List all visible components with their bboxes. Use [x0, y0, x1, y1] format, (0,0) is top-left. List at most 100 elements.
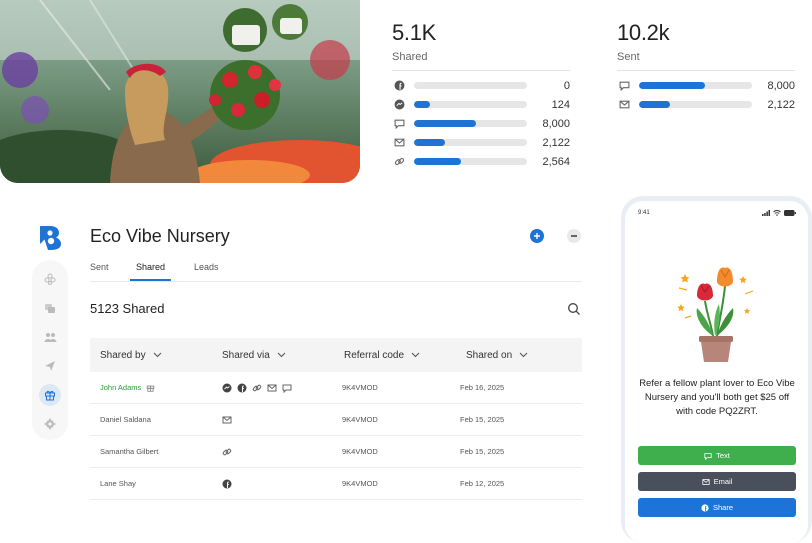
text-button[interactable]: Text	[638, 446, 796, 465]
email-icon	[222, 416, 232, 423]
column-shared-via[interactable]: Shared via	[222, 338, 286, 372]
tab-shared[interactable]: Shared	[130, 262, 171, 281]
stat-count: 2,122	[542, 136, 570, 149]
status-time: 9:41	[638, 210, 650, 216]
tab-bar: Sent Shared Leads	[90, 262, 582, 282]
email-icon	[702, 478, 710, 485]
chat-icon[interactable]	[39, 297, 61, 319]
email-icon	[617, 98, 631, 112]
stat-row: 124	[392, 95, 570, 114]
referral-table: Shared by Shared via Referral code Share…	[90, 338, 582, 500]
tab-leads[interactable]: Leads	[194, 262, 219, 281]
chevron-down-icon	[277, 352, 286, 358]
sms-icon	[617, 79, 631, 93]
progress-track	[639, 82, 752, 89]
progress-track	[414, 139, 527, 146]
column-label: Shared on	[466, 349, 513, 361]
shared-by-cell: Samantha Gilbert	[100, 447, 159, 456]
shared-stats-panel: 5.1K Shared 0 124 8,000 2,122 2,564	[392, 20, 570, 171]
stat-count: 8,000	[542, 117, 570, 130]
stat-row: 8,000	[392, 114, 570, 133]
status-icons	[762, 210, 796, 216]
plus-icon	[534, 233, 540, 239]
progress-fill	[414, 120, 477, 127]
email-button-label: Email	[713, 477, 733, 486]
progress-fill	[414, 101, 430, 108]
column-shared-by[interactable]: Shared by	[100, 338, 162, 372]
add-button[interactable]	[530, 229, 544, 243]
sms-icon	[392, 117, 406, 131]
column-shared-on[interactable]: Shared on	[466, 338, 528, 372]
chevron-down-icon	[519, 352, 528, 358]
stat-row: 2,122	[617, 95, 795, 114]
page-title: Eco Vibe Nursery	[90, 226, 230, 246]
chevron-down-icon	[153, 352, 161, 358]
sms-icon	[704, 452, 712, 460]
sidebar	[32, 260, 68, 440]
search-icon[interactable]	[567, 302, 581, 316]
column-referral-code[interactable]: Referral code	[344, 338, 420, 372]
link-icon	[392, 155, 406, 169]
shared-via-cell	[222, 436, 232, 467]
table-row[interactable]: Samantha Gilbert 9K4VMOD Feb 15, 2025	[90, 436, 582, 468]
row-name: John Adams	[100, 383, 142, 392]
wifi-icon	[773, 210, 781, 216]
facebook-icon	[237, 383, 247, 392]
share-button[interactable]: Share	[638, 498, 796, 517]
stat-row: 8,000	[617, 76, 795, 95]
progress-track	[639, 101, 752, 108]
email-icon	[392, 136, 406, 150]
shared-via-cell	[222, 468, 232, 499]
flower-icon[interactable]	[39, 268, 61, 290]
stat-count: 8,000	[767, 79, 795, 92]
divider	[392, 70, 570, 71]
progress-track	[414, 120, 527, 127]
chevron-down-icon	[411, 352, 420, 358]
app-logo	[36, 222, 64, 250]
send-icon[interactable]	[39, 355, 61, 377]
facebook-icon	[222, 479, 232, 488]
tab-sent[interactable]: Sent	[90, 262, 109, 281]
hero-photo	[0, 0, 360, 183]
referral-code-cell: 9K4VMOD	[342, 415, 378, 424]
sent-stats-panel: 10.2k Sent 8,000 2,122	[617, 20, 795, 114]
table-row[interactable]: John Adams 9K4VMOD Feb 16, 2025	[90, 372, 582, 404]
facebook-icon	[701, 503, 709, 512]
progress-fill	[414, 158, 462, 165]
messenger-icon	[392, 98, 406, 112]
progress-fill	[414, 139, 445, 146]
referral-code-cell: 9K4VMOD	[342, 383, 378, 392]
column-label: Shared by	[100, 349, 146, 361]
stat-count: 124	[551, 98, 570, 111]
signal-icon	[762, 210, 770, 216]
minus-icon	[571, 235, 577, 237]
referral-code-cell: 9K4VMOD	[342, 447, 378, 456]
table-row[interactable]: Lane Shay 9K4VMOD Feb 12, 2025	[90, 468, 582, 500]
gift-icon[interactable]	[39, 384, 61, 406]
stat-count: 2,564	[542, 155, 570, 168]
shared-by-cell: John Adams	[100, 372, 155, 403]
table-row[interactable]: Daniel Saldana 9K4VMOD Feb 15, 2025	[90, 404, 582, 436]
shared-total: 5.1K	[392, 20, 437, 45]
tulip-pot-illustration	[677, 267, 754, 362]
stat-row: 2,564	[392, 152, 570, 171]
progress-track	[414, 82, 527, 89]
gift-icon	[147, 385, 155, 392]
shared-by-cell: Lane Shay	[100, 479, 136, 488]
stat-row: 0	[392, 76, 570, 95]
settings-icon[interactable]	[39, 413, 61, 435]
email-button[interactable]: Email	[638, 472, 796, 491]
shared-on-cell: Feb 15, 2025	[460, 447, 505, 456]
users-icon[interactable]	[39, 326, 61, 348]
phone-screen: 9:41 Refer a fellow plant lover to Eco V…	[625, 201, 808, 543]
divider	[617, 70, 795, 71]
menu-button[interactable]	[567, 229, 581, 243]
progress-fill	[639, 101, 670, 108]
progress-track	[414, 101, 527, 108]
referral-code-cell: 9K4VMOD	[342, 479, 378, 488]
sent-total: 10.2k	[617, 20, 670, 45]
column-label: Referral code	[344, 349, 405, 361]
column-label: Shared via	[222, 349, 270, 361]
phone-mockup: 9:41 Refer a fellow plant lover to Eco V…	[621, 196, 812, 543]
progress-fill	[639, 82, 705, 89]
